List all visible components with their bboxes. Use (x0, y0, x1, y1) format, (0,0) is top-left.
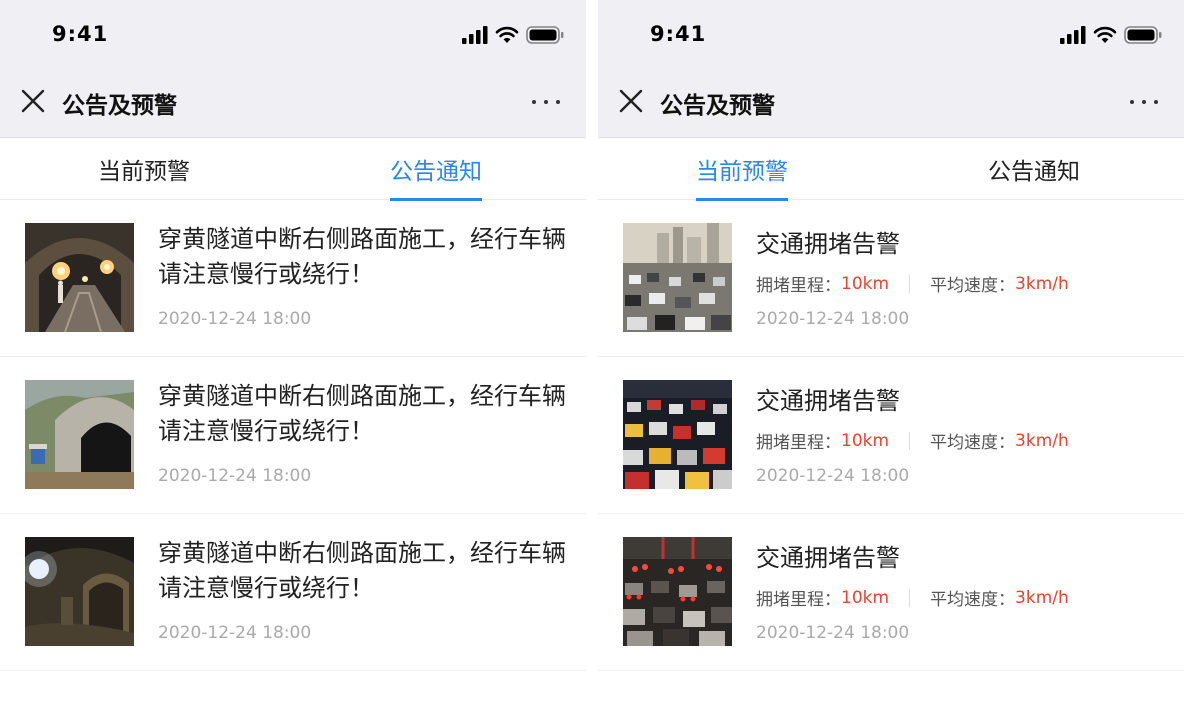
status-time: 9:41 (650, 22, 707, 46)
tab-announcements[interactable]: 公告通知 (988, 152, 1080, 186)
speed-label: 平均速度： (930, 433, 1016, 453)
traffic-jam-image (623, 537, 732, 646)
close-icon[interactable] (618, 88, 644, 114)
speed-value: 3km/h (1015, 430, 1069, 451)
announcement-title: 穿黄隧道中断右侧路面施工，经行车辆请注意慢行或绕行！ (158, 225, 566, 288)
tab-label: 公告通知 (988, 159, 1080, 185)
wifi-icon (495, 26, 519, 43)
list-item[interactable]: 穿黄隧道中断右侧路面施工，经行车辆请注意慢行或绕行！ 2020-12-24 18… (0, 357, 586, 514)
more-icon[interactable] (1130, 90, 1158, 114)
tab-current-warnings[interactable]: 当前预警 (98, 152, 190, 186)
screenshot-canvas: 9:41 公告及预警 当前预警 公告通知 穿黄隧道中断右侧路面施工，经行车辆请注… (0, 0, 1186, 724)
list-item[interactable]: 穿黄隧道中断右侧路面施工，经行车辆请注意慢行或绕行！ 2020-12-24 18… (0, 514, 586, 671)
tab-bar: 当前预警 公告通知 (598, 138, 1184, 201)
battery-icon (1124, 26, 1162, 44)
announcement-date: 2020-12-24 18:00 (158, 466, 312, 486)
tab-label: 公告通知 (390, 159, 482, 185)
speed-label: 平均速度： (930, 590, 1016, 610)
tab-announcements[interactable]: 公告通知 (390, 152, 482, 201)
warning-meta: 拥堵里程： 10km 平均速度： 3km/h (756, 271, 1069, 297)
list-item[interactable]: 交通拥堵告警 拥堵里程： 10km 平均速度： 3km/h 2020-12-24… (598, 514, 1184, 671)
meta-divider (909, 431, 911, 450)
warning-meta: 拥堵里程： 10km 平均速度： 3km/h (756, 428, 1069, 454)
tab-label: 当前预警 (696, 159, 788, 185)
meta-divider (909, 588, 911, 607)
status-time: 9:41 (52, 22, 109, 46)
warning-date: 2020-12-24 18:00 (756, 466, 910, 486)
announcement-date: 2020-12-24 18:00 (158, 309, 312, 329)
phone-screen-announcements: 9:41 公告及预警 当前预警 公告通知 穿黄隧道中断右侧路面施工，经行车辆请注… (0, 0, 586, 724)
tunnel-interior-image (25, 537, 134, 646)
list-item[interactable]: 穿黄隧道中断右侧路面施工，经行车辆请注意慢行或绕行！ 2020-12-24 18… (0, 200, 586, 357)
status-icons (462, 25, 564, 45)
more-icon[interactable] (532, 90, 560, 114)
tunnel-construction-image (25, 223, 134, 332)
warning-date: 2020-12-24 18:00 (756, 623, 910, 643)
wifi-icon (1093, 26, 1117, 43)
traffic-jam-image (623, 223, 732, 332)
tab-current-warnings[interactable]: 当前预警 (696, 152, 788, 201)
phone-screen-warnings: 9:41 公告及预警 当前预警 公告通知 交通拥堵告警 拥堵里程： 10km 平… (598, 0, 1184, 724)
status-icons (1060, 25, 1162, 45)
speed-label: 平均速度： (930, 276, 1016, 296)
tab-label: 当前预警 (98, 159, 190, 185)
traffic-jam-image (623, 380, 732, 489)
announcement-date: 2020-12-24 18:00 (158, 623, 312, 643)
distance-label: 拥堵里程： (756, 276, 841, 296)
top-bar: 9:41 公告及预警 (598, 0, 1184, 138)
warning-title: 交通拥堵告警 (756, 387, 900, 415)
page-title: 公告及预警 (660, 93, 775, 119)
announcement-title: 穿黄隧道中断右侧路面施工，经行车辆请注意慢行或绕行！ (158, 539, 566, 602)
warning-title: 交通拥堵告警 (756, 230, 900, 258)
tunnel-entrance-image (25, 380, 134, 489)
announcement-title: 穿黄隧道中断右侧路面施工，经行车辆请注意慢行或绕行！ (158, 382, 566, 445)
signal-icon (1060, 26, 1086, 44)
warning-list: 交通拥堵告警 拥堵里程： 10km 平均速度： 3km/h 2020-12-24… (598, 200, 1184, 671)
warning-date: 2020-12-24 18:00 (756, 309, 910, 329)
warning-title: 交通拥堵告警 (756, 544, 900, 572)
speed-value: 3km/h (1015, 273, 1069, 294)
distance-value: 10km (841, 430, 890, 451)
distance-value: 10km (841, 273, 890, 294)
distance-label: 拥堵里程： (756, 433, 841, 453)
top-bar: 9:41 公告及预警 (0, 0, 586, 138)
tab-bar: 当前预警 公告通知 (0, 138, 586, 201)
page-title: 公告及预警 (62, 93, 177, 119)
distance-value: 10km (841, 587, 890, 608)
distance-label: 拥堵里程： (756, 590, 841, 610)
signal-icon (462, 26, 488, 44)
list-item[interactable]: 交通拥堵告警 拥堵里程： 10km 平均速度： 3km/h 2020-12-24… (598, 200, 1184, 357)
warning-meta: 拥堵里程： 10km 平均速度： 3km/h (756, 585, 1069, 611)
close-icon[interactable] (20, 88, 46, 114)
meta-divider (909, 274, 911, 293)
battery-icon (526, 26, 564, 44)
announcement-list: 穿黄隧道中断右侧路面施工，经行车辆请注意慢行或绕行！ 2020-12-24 18… (0, 200, 586, 671)
list-item[interactable]: 交通拥堵告警 拥堵里程： 10km 平均速度： 3km/h 2020-12-24… (598, 357, 1184, 514)
speed-value: 3km/h (1015, 587, 1069, 608)
